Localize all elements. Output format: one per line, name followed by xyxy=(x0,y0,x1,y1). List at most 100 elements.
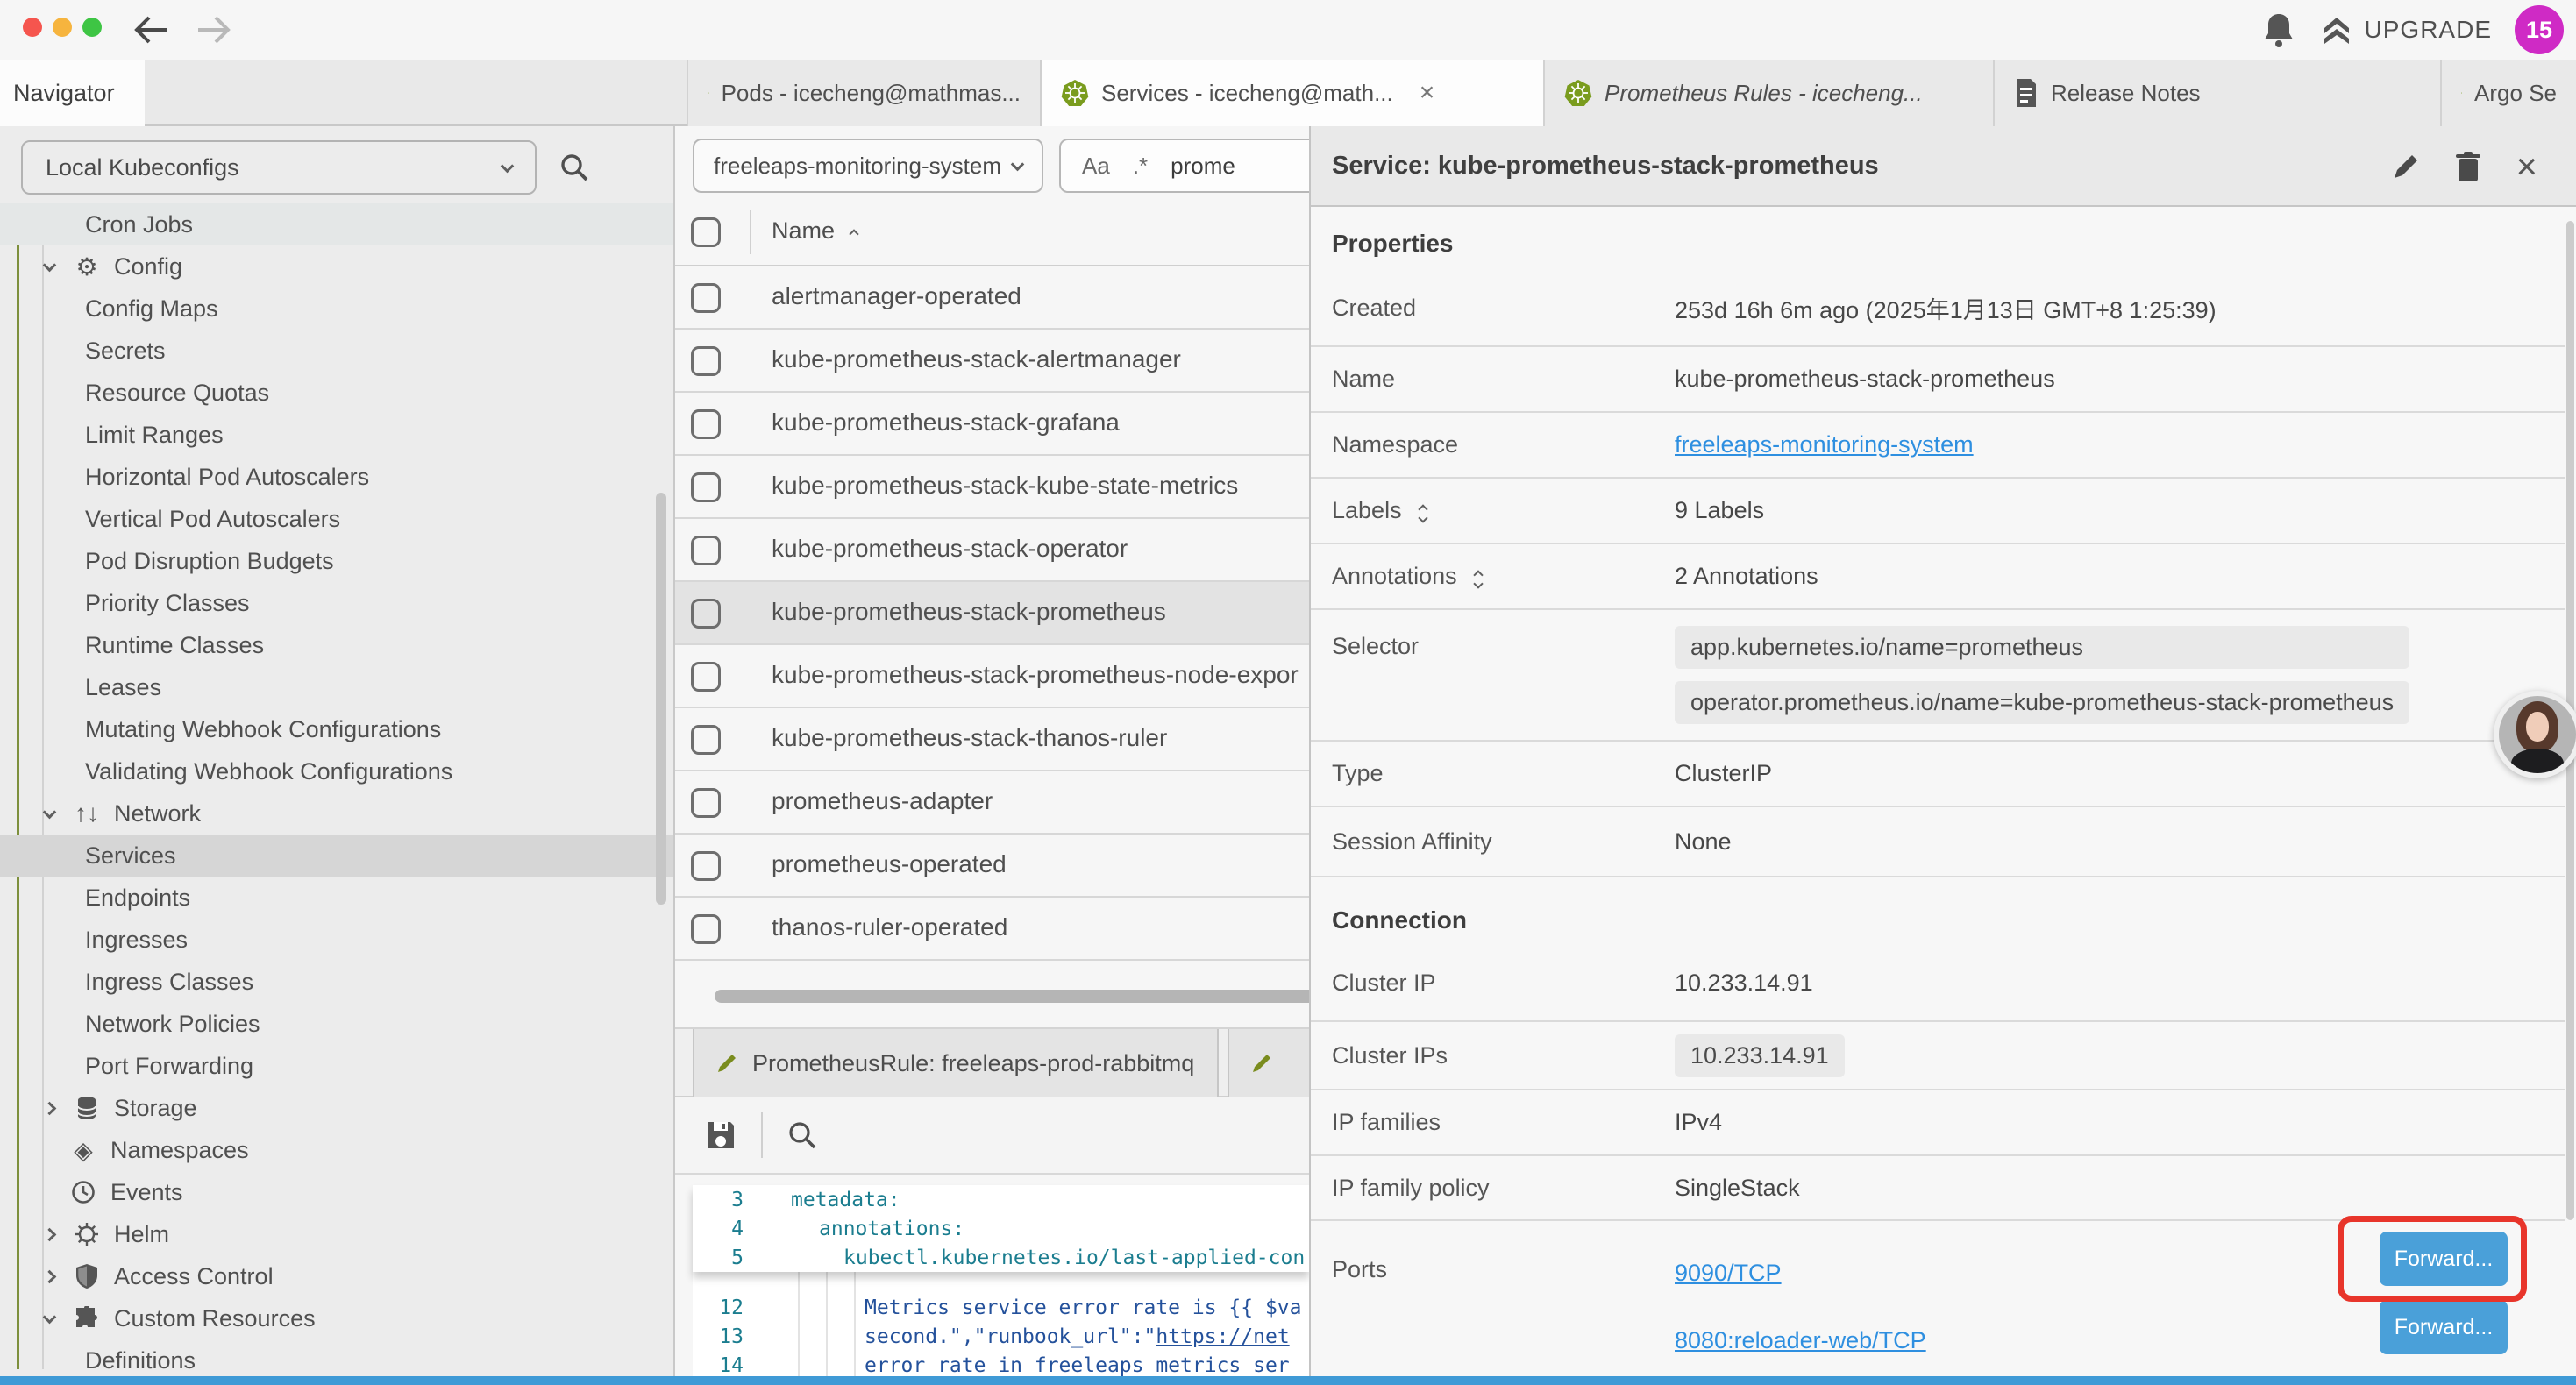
sidebar-item-config-maps[interactable]: Config Maps xyxy=(0,288,675,330)
row-checkbox[interactable] xyxy=(691,409,721,439)
sidebar-search-icon[interactable] xyxy=(558,151,591,184)
trash-icon[interactable] xyxy=(2454,151,2482,182)
sidebar-item-definitions[interactable]: Definitions xyxy=(0,1339,675,1378)
tab-close-icon[interactable]: × xyxy=(1420,78,1435,108)
close-window-button[interactable] xyxy=(23,18,42,37)
table-row[interactable]: alertmanager-operated xyxy=(675,266,1309,330)
sidebar-item-validating-webhook-configurations[interactable]: Validating Webhook Configurations xyxy=(0,750,675,792)
edit-pencil-icon[interactable] xyxy=(2391,152,2421,181)
editor-tab-prometheusrule[interactable]: PrometheusRule: freeleaps-prod-rabbitmq xyxy=(693,1029,1219,1097)
sidebar-item-services[interactable]: Services xyxy=(0,835,675,877)
tab-services-active[interactable]: Services - icecheng@math... × xyxy=(1040,60,1543,126)
tab-release-notes[interactable]: Release Notes xyxy=(1993,60,2440,126)
forward-arrow-icon[interactable] xyxy=(195,12,233,47)
table-header: Name xyxy=(675,198,1309,266)
row-checkbox[interactable] xyxy=(691,662,721,692)
table-row-selected[interactable]: kube-prometheus-stack-prometheus xyxy=(675,582,1309,645)
editor-tab-partial[interactable] xyxy=(1228,1029,1309,1097)
row-checkbox[interactable] xyxy=(691,536,721,565)
search-value: prome xyxy=(1171,153,1235,180)
runbook-url-link[interactable]: https://net xyxy=(1156,1325,1289,1348)
table-row[interactable]: thanos-ruler-operated xyxy=(675,898,1309,961)
sidebar-item-priority-classes[interactable]: Priority Classes xyxy=(0,582,675,624)
minimize-window-button[interactable] xyxy=(53,18,72,37)
sidebar-item-cron-jobs[interactable]: Cron Jobs xyxy=(0,203,675,245)
avatar[interactable] xyxy=(2494,691,2576,778)
labels-count[interactable]: 9 Labels xyxy=(1675,497,1764,524)
row-checkbox[interactable] xyxy=(691,599,721,629)
tab-prometheus-rules[interactable]: Prometheus Rules - icecheng... xyxy=(1543,60,1993,126)
sidebar-item-network-policies[interactable]: Network Policies xyxy=(0,1003,675,1045)
bell-icon[interactable] xyxy=(2261,11,2296,49)
sidebar-item-pod-disruption-budgets[interactable]: Pod Disruption Budgets xyxy=(0,540,675,582)
table-row[interactable]: kube-prometheus-stack-grafana xyxy=(675,393,1309,456)
upgrade-button[interactable]: UPGRADE xyxy=(2319,12,2492,47)
yaml-editor[interactable]: 11 0", for: "1m", labels :{ service : 3 … xyxy=(693,1185,1309,1378)
annotations-count[interactable]: 2 Annotations xyxy=(1675,563,1818,590)
close-panel-icon[interactable]: × xyxy=(2516,148,2537,185)
sidebar-item-vertical-pod-autoscalers[interactable]: Vertical Pod Autoscalers xyxy=(0,498,675,540)
horizontal-scrollbar-thumb[interactable] xyxy=(715,990,1309,1003)
sidebar-item-limit-ranges[interactable]: Limit Ranges xyxy=(0,414,675,456)
sidebar-item-endpoints[interactable]: Endpoints xyxy=(0,877,675,919)
port-link-9090[interactable]: 9090/TCP xyxy=(1675,1260,1926,1287)
expand-collapse-icon[interactable] xyxy=(1475,566,1482,587)
row-checkbox[interactable] xyxy=(691,914,721,944)
table-row[interactable]: prometheus-operated xyxy=(675,835,1309,898)
sidebar-item-mutating-webhook-configurations[interactable]: Mutating Webhook Configurations xyxy=(0,708,675,750)
sidebar-item-secrets[interactable]: Secrets xyxy=(0,330,675,372)
port-link-8080[interactable]: 8080:reloader-web/TCP xyxy=(1675,1327,1926,1354)
chevron-right-icon xyxy=(42,1269,56,1283)
sidebar-item-resource-quotas[interactable]: Resource Quotas xyxy=(0,372,675,414)
match-case-toggle[interactable]: Aa xyxy=(1082,153,1110,180)
row-checkbox[interactable] xyxy=(691,788,721,818)
save-icon[interactable] xyxy=(703,1118,738,1153)
details-panel-header: Service: kube-prometheus-stack-prometheu… xyxy=(1311,126,2576,207)
forward-button-8080[interactable]: Forward... xyxy=(2380,1300,2508,1354)
sort-ascending-icon xyxy=(849,229,858,238)
tab-argo[interactable]: Argo Se xyxy=(2440,60,2576,126)
table-row[interactable]: kube-prometheus-stack-kube-state-metrics xyxy=(675,456,1309,519)
maximize-window-button[interactable] xyxy=(82,18,102,37)
sidebar-item-leases[interactable]: Leases xyxy=(0,666,675,708)
sidebar-item-network[interactable]: ↑↓ Network xyxy=(0,792,675,835)
sidebar-item-events[interactable]: Events xyxy=(0,1171,675,1213)
select-all-checkbox[interactable] xyxy=(691,217,721,247)
gear-icon: ⚙ xyxy=(72,252,102,281)
sidebar-item-config[interactable]: ⚙ Config xyxy=(0,245,675,288)
back-arrow-icon[interactable] xyxy=(132,12,170,47)
resource-search-input[interactable]: Aa .* prome xyxy=(1059,138,1309,193)
table-row[interactable]: kube-prometheus-stack-operator xyxy=(675,519,1309,582)
chevron-down-icon xyxy=(42,258,56,272)
expand-collapse-icon[interactable] xyxy=(1420,501,1427,522)
name-column-header[interactable]: Name xyxy=(772,217,857,245)
row-checkbox[interactable] xyxy=(691,725,721,755)
notification-count-badge[interactable]: 15 xyxy=(2515,5,2564,54)
row-checkbox[interactable] xyxy=(691,283,721,313)
table-row[interactable]: kube-prometheus-stack-thanos-ruler xyxy=(675,708,1309,771)
namespace-filter-dropdown[interactable]: freeleaps-monitoring-system xyxy=(693,138,1043,193)
sidebar-item-ingresses[interactable]: Ingresses xyxy=(0,919,675,961)
sidebar-item-horizontal-pod-autoscalers[interactable]: Horizontal Pod Autoscalers xyxy=(0,456,675,498)
table-row[interactable]: prometheus-adapter xyxy=(675,771,1309,835)
sidebar-item-namespaces[interactable]: ◈ Namespaces xyxy=(0,1129,675,1171)
sidebar-item-runtime-classes[interactable]: Runtime Classes xyxy=(0,624,675,666)
kubeconfig-selector[interactable]: Local Kubeconfigs xyxy=(21,140,537,195)
sidebar-item-ingress-classes[interactable]: Ingress Classes xyxy=(0,961,675,1003)
sidebar-item-helm[interactable]: Helm xyxy=(0,1213,675,1255)
regex-toggle[interactable]: .* xyxy=(1133,153,1148,180)
sidebar-item-port-forwarding[interactable]: Port Forwarding xyxy=(0,1045,675,1087)
namespace-link[interactable]: freeleaps-monitoring-system xyxy=(1675,431,1974,458)
row-checkbox[interactable] xyxy=(691,346,721,376)
sidebar-item-access-control[interactable]: Access Control xyxy=(0,1255,675,1297)
tab-pods[interactable]: Pods - icecheng@mathmas... xyxy=(687,60,1040,126)
sidebar-item-storage[interactable]: Storage xyxy=(0,1087,675,1129)
row-checkbox[interactable] xyxy=(691,851,721,881)
navigator-panel-tab[interactable]: Navigator xyxy=(0,60,145,126)
editor-search-icon[interactable] xyxy=(786,1119,819,1152)
row-checkbox[interactable] xyxy=(691,472,721,502)
sidebar-scrollbar-thumb[interactable] xyxy=(656,493,666,905)
table-row[interactable]: kube-prometheus-stack-alertmanager xyxy=(675,330,1309,393)
sidebar-item-custom-resources[interactable]: Custom Resources xyxy=(0,1297,675,1339)
table-row[interactable]: kube-prometheus-stack-prometheus-node-ex… xyxy=(675,645,1309,708)
